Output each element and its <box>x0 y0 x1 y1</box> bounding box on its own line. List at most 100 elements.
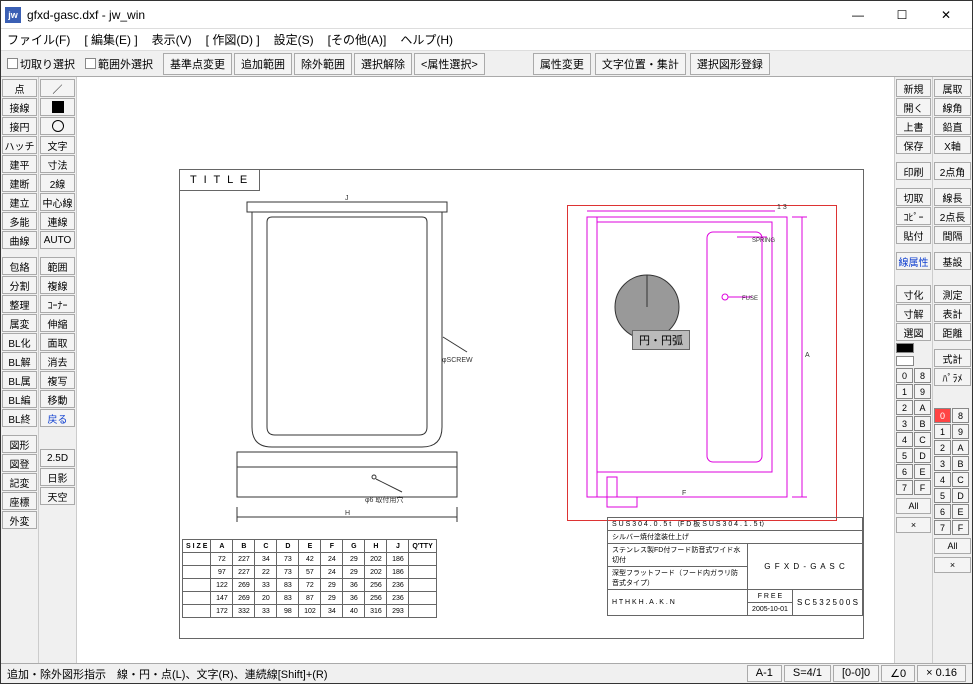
l2-中心線[interactable]: 中心線 <box>40 193 75 211</box>
layer-l-1[interactable]: 1 <box>896 384 913 399</box>
l1-ハッチ[interactable]: ハッチ <box>2 136 37 154</box>
cross-button-l[interactable]: × <box>896 517 931 533</box>
l1-BL属[interactable]: BL属 <box>2 371 37 389</box>
layer-r-6[interactable]: 6 <box>934 504 951 519</box>
toolbar-btn-l1[interactable]: 追加範囲 <box>234 53 292 75</box>
swatch[interactable] <box>896 343 914 353</box>
l1-記変[interactable]: 記変 <box>2 473 37 491</box>
layer-r-D[interactable]: D <box>952 488 969 503</box>
l2-戻る[interactable]: 戻る <box>40 409 75 427</box>
l1-接円[interactable]: 接円 <box>2 117 37 135</box>
l1-建立[interactable]: 建立 <box>2 193 37 211</box>
layer-l-9[interactable]: 9 <box>914 384 931 399</box>
r2-2点長[interactable]: 2点長 <box>934 207 971 225</box>
layer-l-0[interactable]: 0 <box>896 368 913 383</box>
menu-item-5[interactable]: [その他(A)] <box>328 31 387 48</box>
r2-測定[interactable]: 測定 <box>934 285 971 303</box>
r2-表計[interactable]: 表計 <box>934 304 971 322</box>
cross-button-r[interactable]: × <box>934 557 971 573</box>
l2-複線[interactable]: 複線 <box>40 276 75 294</box>
menu-item-6[interactable]: ヘルプ(H) <box>400 31 453 48</box>
toolbar-btn-l3[interactable]: 選択解除 <box>354 53 412 75</box>
drawing-canvas[interactable]: T I T L E φ6 取付用穴 φSCREW J H <box>77 77 894 663</box>
layer-l-2[interactable]: 2 <box>896 400 913 415</box>
menu-item-0[interactable]: ファイル(F) <box>7 31 70 48</box>
l1-BL解[interactable]: BL解 <box>2 352 37 370</box>
r1-寸化[interactable]: 寸化 <box>896 285 931 303</box>
l1-外変[interactable]: 外変 <box>2 511 37 529</box>
menu-item-4[interactable]: 設定(S) <box>274 31 314 48</box>
shape-circ[interactable] <box>40 117 75 135</box>
r2-間隔[interactable]: 間隔 <box>934 226 971 244</box>
layer-r-5[interactable]: 5 <box>934 488 951 503</box>
r2-距離[interactable]: 距離 <box>934 323 971 341</box>
r1-切取[interactable]: 切取 <box>896 188 931 206</box>
status-cell-1[interactable]: S=4/1 <box>784 665 831 682</box>
l1-分割[interactable]: 分割 <box>2 276 37 294</box>
l2-文字[interactable]: 文字 <box>40 136 75 154</box>
layer-l-E[interactable]: E <box>914 464 931 479</box>
l2-ｺｰﾅｰ[interactable]: ｺｰﾅｰ <box>40 295 75 313</box>
toolbar-btn-l0[interactable]: 基準点変更 <box>163 53 232 75</box>
l1-点[interactable]: 点 <box>2 79 37 97</box>
layer-r-B[interactable]: B <box>952 456 969 471</box>
layer-r-2[interactable]: 2 <box>934 440 951 455</box>
l1-整理[interactable]: 整理 <box>2 295 37 313</box>
layer-r-9[interactable]: 9 <box>952 424 969 439</box>
r1-線属性[interactable]: 線属性 <box>896 252 931 270</box>
r1-寸解[interactable]: 寸解 <box>896 304 931 322</box>
status-cell-2[interactable]: [0-0]0 <box>833 665 879 682</box>
toolbar-btn-r2[interactable]: 選択図形登録 <box>690 53 770 75</box>
all-button-l[interactable]: All <box>896 498 931 514</box>
layer-l-B[interactable]: B <box>914 416 931 431</box>
r2-属取[interactable]: 属取 <box>934 79 971 97</box>
l2-範囲[interactable]: 範囲 <box>40 257 75 275</box>
l1-包絡[interactable]: 包絡 <box>2 257 37 275</box>
layer-r-E[interactable]: E <box>952 504 969 519</box>
r1-新規[interactable]: 新規 <box>896 79 931 97</box>
l2-日影[interactable]: 日影 <box>40 468 75 486</box>
layer-r-4[interactable]: 4 <box>934 472 951 487</box>
checkbox-outside-select[interactable]: 範囲外選択 <box>85 56 153 72</box>
r2-2点角[interactable]: 2点角 <box>934 162 971 180</box>
l1-図登[interactable]: 図登 <box>2 454 37 472</box>
l1-座標[interactable]: 座標 <box>2 492 37 510</box>
r2-式計[interactable]: 式計 <box>934 349 971 367</box>
layer-r-1[interactable]: 1 <box>934 424 951 439</box>
layer-l-4[interactable]: 4 <box>896 432 913 447</box>
close-button[interactable]: ✕ <box>924 3 968 27</box>
layer-r-8[interactable]: 8 <box>952 408 969 423</box>
l1-曲線[interactable]: 曲線 <box>2 231 37 249</box>
l2-移動[interactable]: 移動 <box>40 390 75 408</box>
r1-選図[interactable]: 選図 <box>896 323 931 341</box>
menu-item-1[interactable]: [ 編集(E) ] <box>84 31 137 48</box>
r1-開く[interactable]: 開く <box>896 98 931 116</box>
menu-item-3[interactable]: [ 作図(D) ] <box>206 31 260 48</box>
l2-2線[interactable]: 2線 <box>40 174 75 192</box>
l2-連線[interactable]: 連線 <box>40 212 75 230</box>
layer-l-8[interactable]: 8 <box>914 368 931 383</box>
r2-基設[interactable]: 基設 <box>934 252 971 270</box>
layer-r-A[interactable]: A <box>952 440 969 455</box>
l2-消去[interactable]: 消去 <box>40 352 75 370</box>
l1-属変[interactable]: 属変 <box>2 314 37 332</box>
l1-BL終[interactable]: BL終 <box>2 409 37 427</box>
layer-r-3[interactable]: 3 <box>934 456 951 471</box>
l1-多能[interactable]: 多能 <box>2 212 37 230</box>
layer-r-0[interactable]: 0 <box>934 408 951 423</box>
layer-r-F[interactable]: F <box>952 520 969 535</box>
r1-印刷[interactable]: 印刷 <box>896 162 931 180</box>
r2-ﾊﾟﾗﾒ[interactable]: ﾊﾟﾗﾒ <box>934 368 971 386</box>
status-cell-4[interactable]: × 0.16 <box>917 665 966 682</box>
toolbar-btn-l4[interactable]: <属性選択> <box>414 53 485 75</box>
layer-l-C[interactable]: C <box>914 432 931 447</box>
r1-ｺﾋﾟｰ[interactable]: ｺﾋﾟｰ <box>896 207 931 225</box>
layer-l-7[interactable]: 7 <box>896 480 913 495</box>
toolbar-btn-r1[interactable]: 文字位置・集計 <box>595 53 686 75</box>
l2-伸縮[interactable]: 伸縮 <box>40 314 75 332</box>
r2-鉛直[interactable]: 鉛直 <box>934 117 971 135</box>
menu-item-2[interactable]: 表示(V) <box>152 31 192 48</box>
status-cell-3[interactable]: ∠0 <box>881 665 915 682</box>
layer-l-F[interactable]: F <box>914 480 931 495</box>
l2-2.5D[interactable]: 2.5D <box>40 449 75 467</box>
